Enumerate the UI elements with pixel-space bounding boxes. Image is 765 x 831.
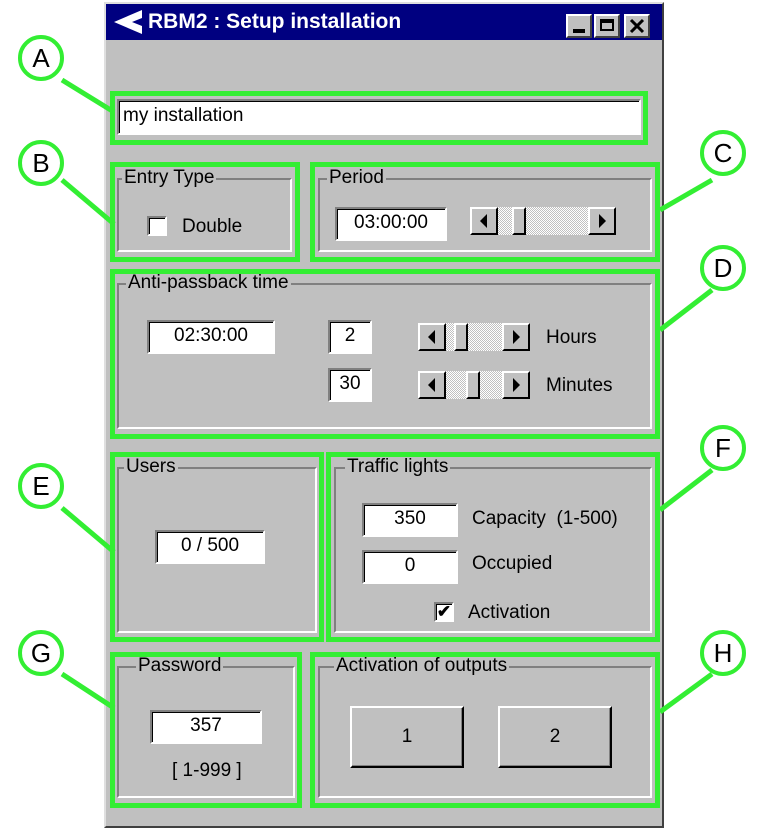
- callout-g: G: [18, 630, 64, 676]
- leader-d: [658, 288, 714, 332]
- callout-d: D: [700, 245, 746, 291]
- callout-h: H: [700, 630, 746, 676]
- callout-b: B: [18, 140, 64, 186]
- leader-f: [658, 468, 714, 512]
- leader-e: [60, 506, 116, 554]
- callout-c: C: [700, 130, 746, 176]
- callout-leaders: [60, 77, 714, 715]
- leader-c: [658, 177, 714, 213]
- leader-a: [60, 77, 116, 115]
- leader-b: [60, 178, 116, 226]
- callout-f: F: [700, 425, 746, 471]
- leader-h: [658, 671, 714, 715]
- callout-a: A: [18, 35, 64, 81]
- callout-e: E: [18, 463, 64, 509]
- leader-g: [60, 671, 116, 711]
